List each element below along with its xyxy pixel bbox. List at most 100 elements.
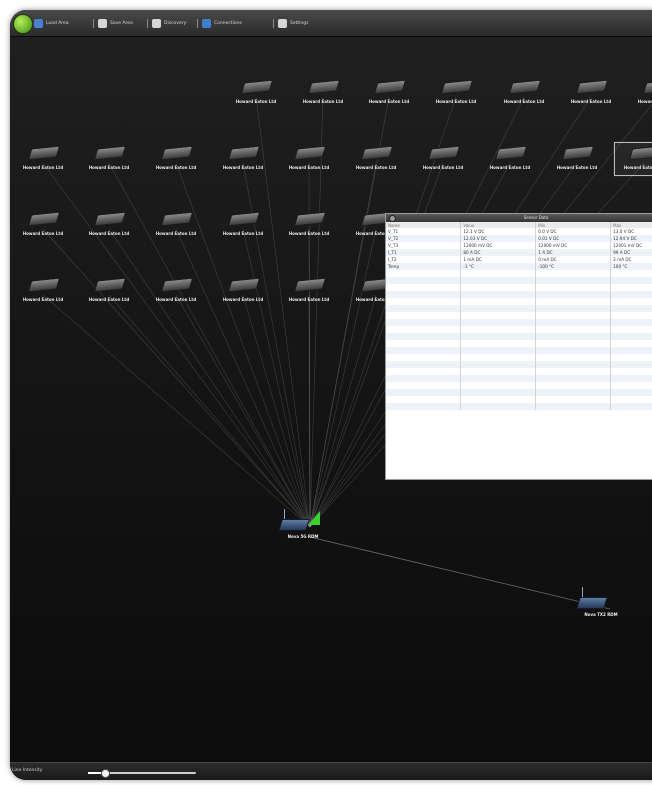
panel-title: Sensor Data [523,215,549,220]
table-cell: 99 A DC [610,249,652,256]
table-cell [535,312,612,319]
table-cell [460,270,537,277]
router-nova-tx2[interactable]: Nova TX2 RDM [566,583,636,633]
device-label: Howard Eaton Ltd [288,231,330,236]
device-node[interactable]: Howard Eaton Ltd [412,141,474,177]
table-cell: Temp [386,263,462,270]
toolbar-label: Connections [214,20,242,26]
table-row[interactable]: V_T2 12.03 V DC 0.01 V DC 12.94 V DC [386,235,652,242]
device-node[interactable]: Howard Eaton Ltd [278,273,340,309]
table-row [386,389,652,396]
device-node[interactable]: Howard Eaton Ltd [78,273,140,309]
device-node[interactable]: Howard Eaton Ltd [358,75,420,111]
table-cell [610,284,652,291]
table-row [386,277,652,284]
router-nova-5g[interactable]: Nova 5G RDM [268,505,338,555]
table-cell [610,340,652,347]
table-row[interactable]: V_T3 12000 mV DC 12000 mV DC 12001 mV DC [386,242,652,249]
table-row[interactable]: Temp -1 °C -100 °C 100 °C [386,263,652,270]
dimmer-rack-icon [293,145,327,161]
connection-line [42,294,311,528]
device-node[interactable]: Howard Eaton Ltd [627,75,652,111]
toolbar-save-area-button[interactable]: Save Area [98,10,133,36]
device-node[interactable]: Howard Eaton Ltd [278,141,340,177]
device-node[interactable]: Howard Eaton Ltd [12,141,74,177]
table-cell [535,319,612,326]
table-cell [386,354,462,361]
device-node[interactable]: Howard Eaton Ltd [12,207,74,243]
table-cell [460,291,537,298]
table-cell [535,270,612,277]
table-row [386,354,652,361]
table-row[interactable]: I_T2 1 mA DC 0 mA DC 2 mA DC [386,256,652,263]
table-cell [460,312,537,319]
toolbar-load-area-button[interactable]: Load Area [34,10,69,36]
table-cell [460,305,537,312]
table-cell [535,389,612,396]
network-canvas[interactable]: Howard Eaton Ltd Howard Eaton Ltd Howard E… [10,37,652,762]
device-node[interactable]: Howard Eaton Ltd [345,141,407,177]
toolbar-label: Load Area [46,20,69,26]
table-cell [460,277,537,284]
slider-thumb[interactable] [101,769,111,778]
connection-line [108,294,311,528]
device-node[interactable]: Howard Eaton Ltd [546,141,608,177]
device-node[interactable]: Howard Eaton Ltd [212,273,274,309]
line-intensity-slider[interactable] [88,769,196,778]
device-node[interactable]: Howard Eaton Ltd [145,141,207,177]
device-node[interactable]: Howard Eaton Ltd [212,141,274,177]
table-row [386,298,652,305]
toolbar-discovery-button[interactable]: Discovery [152,10,186,36]
device-label: Howard Eaton Ltd [222,165,264,170]
device-label: Howard Eaton Ltd [302,99,344,104]
device-node[interactable]: Howard Eaton Ltd [613,141,652,177]
device-node[interactable]: Howard Eaton Ltd [560,75,622,111]
device-node[interactable]: Howard Eaton Ltd [292,75,354,111]
table-cell [610,326,652,333]
router-icon [576,597,608,609]
dimmer-rack-icon [360,145,394,161]
device-label: Howard Eaton Ltd [235,99,277,104]
device-node[interactable]: Howard Eaton Ltd [225,75,287,111]
table-cell: 0.01 V DC [535,235,612,242]
device-label: Howard Eaton Ltd [22,231,64,236]
panel-title-bar[interactable]: Sensor Data [386,214,652,222]
connection-line [309,294,377,528]
table-cell [386,298,462,305]
table-cell: 80 A DC [460,249,537,256]
sensor-table: Name Value Min Max V_T1 12.1 V DC 0.0 V DC 13.… [386,222,652,410]
table-row[interactable]: V_T1 12.1 V DC 0.0 V DC 13.0 V DC [386,228,652,235]
table-cell [535,354,612,361]
device-node[interactable]: Howard Eaton Ltd [78,207,140,243]
table-cell [535,305,612,312]
device-node[interactable]: Howard Eaton Ltd [212,207,274,243]
table-cell [386,382,462,389]
table-cell: 0 mA DC [535,256,612,263]
status-bar: Line Intensity [10,762,652,780]
toolbar-separator [147,19,148,28]
table-cell [610,277,652,284]
table-row [386,382,652,389]
device-node[interactable]: Howard Eaton Ltd [12,273,74,309]
device-node[interactable]: Howard Eaton Ltd [145,273,207,309]
save-icon [98,18,107,28]
device-node[interactable]: Howard Eaton Ltd [425,75,487,111]
device-node[interactable]: Howard Eaton Ltd [493,75,555,111]
device-label: Howard Eaton Ltd [368,99,410,104]
table-row[interactable]: I_T1 80 A DC 1 A DC 99 A DC [386,249,652,256]
device-node[interactable]: Howard Eaton Ltd [145,207,207,243]
table-cell: V_T3 [386,242,462,249]
device-label: Howard Eaton Ltd [623,165,652,170]
device-node[interactable]: Howard Eaton Ltd [479,141,541,177]
table-cell [535,347,612,354]
connection-line [242,294,311,528]
table-row [386,375,652,382]
pen-icon [202,18,211,28]
toolbar-settings-button[interactable]: Settings [278,10,308,36]
device-node[interactable]: Howard Eaton Ltd [278,207,340,243]
device-node[interactable]: Howard Eaton Ltd [78,141,140,177]
toolbar-connections-button[interactable]: Connections [202,10,242,36]
table-cell [610,396,652,403]
close-icon[interactable] [389,215,396,222]
table-cell: 13.0 V DC [610,228,652,235]
